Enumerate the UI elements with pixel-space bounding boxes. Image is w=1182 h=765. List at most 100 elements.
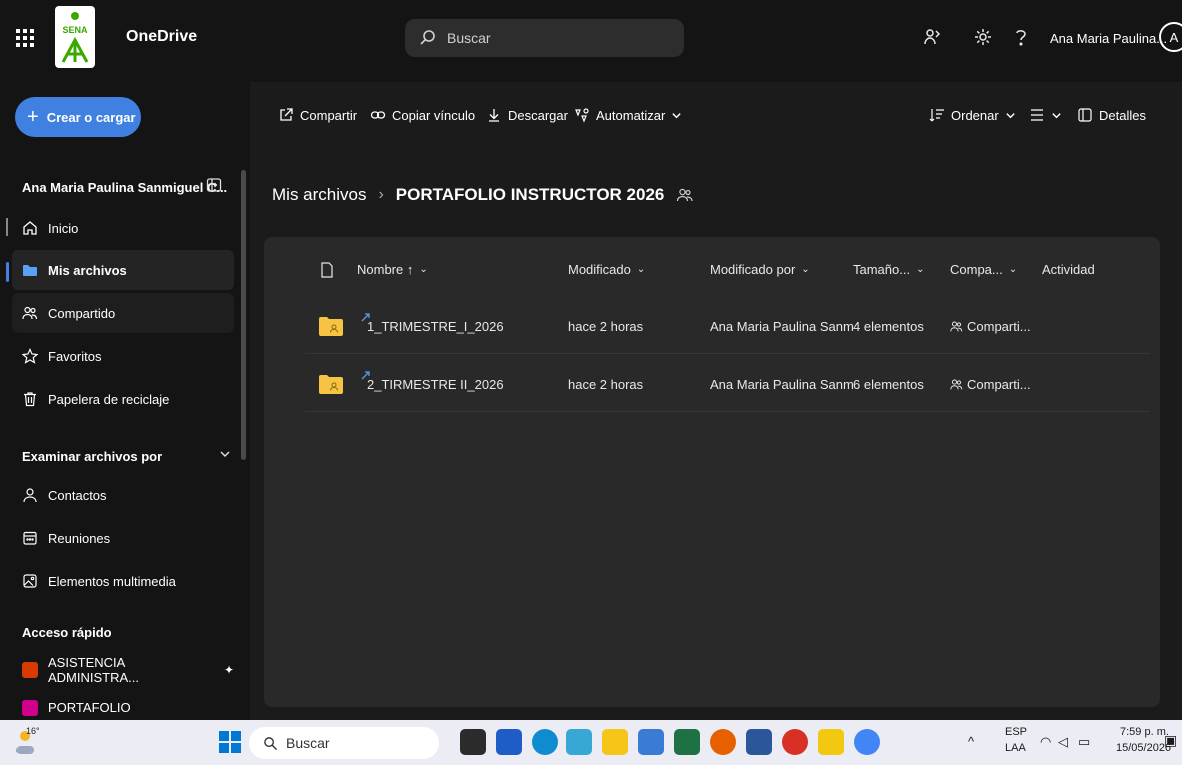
photos-icon[interactable] xyxy=(566,729,592,755)
column-size-header[interactable]: Tamaño... ⌄ xyxy=(853,262,924,277)
search-box[interactable]: Buscar xyxy=(405,19,684,57)
volume-icon[interactable]: ◁ xyxy=(1058,734,1068,750)
sidebar-item-label: Compartido xyxy=(48,305,116,321)
column-modified-header[interactable]: Modificado ⌄ xyxy=(568,262,645,277)
quick-item-label: PORTAFOLIO xyxy=(48,700,131,715)
avatar[interactable]: A xyxy=(1159,22,1182,52)
create-upload-button[interactable]: + Crear o cargar xyxy=(15,97,141,137)
svg-text:SENA: SENA xyxy=(62,25,88,35)
automate-label: Automatizar xyxy=(596,107,666,123)
quick-item-label: ASISTENCIA ADMINISTRA... xyxy=(48,655,140,685)
chevron-down-icon: ⌄ xyxy=(1008,264,1018,275)
automate-button[interactable]: Automatizar xyxy=(574,107,682,123)
sidebar-item-reuniones[interactable]: Reuniones xyxy=(12,518,234,558)
outlook-icon[interactable] xyxy=(638,729,664,755)
chevron-down-icon[interactable] xyxy=(219,448,231,460)
image-icon xyxy=(23,574,37,588)
share-icon xyxy=(280,108,293,121)
sort-button[interactable]: Ordenar xyxy=(929,107,1016,123)
file-explorer-icon[interactable] xyxy=(602,729,628,755)
weather-widget[interactable]: 16° xyxy=(12,726,40,756)
quick-access-heading: Acceso rápido xyxy=(22,625,112,640)
settings-icon[interactable] xyxy=(970,24,996,50)
chevron-down-icon xyxy=(672,112,682,118)
sidebar-item-favoritos[interactable]: Favoritos xyxy=(12,336,234,376)
pin-icon[interactable]: ✦ xyxy=(224,663,234,677)
file-modified: hace 2 horas xyxy=(568,319,644,334)
account-name[interactable]: Ana Maria Paulina Sanmiguel C... xyxy=(22,180,227,195)
collapse-pane-icon[interactable] xyxy=(206,177,222,193)
breadcrumb: Mis archivos › PORTAFOLIO INSTRUCTOR 202… xyxy=(272,185,694,205)
chevron-up-icon[interactable]: ^ xyxy=(968,734,974,749)
sidebar: + Crear o cargar Ana Maria Paulina Sanmi… xyxy=(0,82,250,720)
create-upload-label: Crear o cargar xyxy=(46,109,136,125)
sidebar-item-contactos[interactable]: Contactos xyxy=(12,475,234,515)
sidebar-item-label: Contactos xyxy=(48,487,107,503)
language-layout[interactable]: LAA xyxy=(1005,742,1026,754)
column-label: Actividad xyxy=(1042,262,1095,277)
file-name[interactable]: 1_TRIMESTRE_I_2026 xyxy=(367,319,504,334)
notification-icon[interactable]: ▣ xyxy=(1164,732,1177,749)
sidebar-item-multimedia[interactable]: Elementos multimedia xyxy=(12,561,234,601)
file-name[interactable]: 2_TIRMESTRE II_2026 xyxy=(367,377,504,392)
word-icon[interactable] xyxy=(746,729,772,755)
quick-item-portafolio[interactable]: PORTAFOLIO xyxy=(12,694,234,720)
clock-date[interactable]: 15/05/2026 xyxy=(1116,742,1171,754)
share-button[interactable]: Compartir xyxy=(278,107,357,123)
clock-time[interactable]: 7:59 p. m. xyxy=(1120,726,1169,738)
help-icon[interactable] xyxy=(1008,24,1034,50)
table-row[interactable]: 2_TIRMESTRE II_2026 hace 2 horas Ana Mar… xyxy=(305,356,1150,412)
copy-link-button[interactable]: Copiar vínculo xyxy=(370,107,475,123)
taskbar-search[interactable]: Buscar xyxy=(249,727,439,759)
shared-folder-icon xyxy=(319,375,343,394)
column-modified-by-header[interactable]: Modificado por ⌄ xyxy=(710,262,810,277)
breadcrumb-separator-icon: › xyxy=(378,186,384,203)
column-label: Nombre ↑ xyxy=(357,262,414,277)
app-launcher-icon[interactable] xyxy=(14,27,36,49)
file-size: 6 elementos xyxy=(853,377,924,392)
opera-icon[interactable] xyxy=(782,729,808,755)
sort-icon xyxy=(929,109,944,122)
edge-icon[interactable] xyxy=(532,729,558,755)
sidebar-item-label: Favoritos xyxy=(48,348,102,364)
excel-icon[interactable] xyxy=(674,729,700,755)
quick-item-asistencia[interactable]: ASISTENCIA ADMINISTRA... ✦ xyxy=(12,650,234,690)
active-item-indicator xyxy=(6,262,9,282)
column-name-header[interactable]: Nombre ↑ ⌄ xyxy=(357,262,428,277)
column-activity-header[interactable]: Actividad xyxy=(1042,262,1095,277)
sidebar-item-mis-archivos[interactable]: Mis archivos xyxy=(12,250,234,290)
breadcrumb-root[interactable]: Mis archivos xyxy=(272,185,366,205)
wifi-icon[interactable]: ◠ xyxy=(1040,734,1051,750)
details-pane-icon xyxy=(1078,108,1092,122)
sidebar-scrollbar[interactable] xyxy=(241,170,246,460)
table-row[interactable]: 1_TRIMESTRE_I_2026 hace 2 horas Ana Mari… xyxy=(305,298,1150,354)
folder-icon xyxy=(23,265,37,276)
user-name[interactable]: Ana Maria Paulina... xyxy=(1050,31,1167,46)
battery-icon[interactable]: ▭ xyxy=(1078,734,1090,750)
app-title[interactable]: OneDrive xyxy=(126,28,197,46)
share-diamond-icon[interactable] xyxy=(920,24,946,50)
sidebar-item-label: Elementos multimedia xyxy=(48,573,176,589)
sidebar-item-papelera[interactable]: Papelera de reciclaje xyxy=(12,379,234,419)
file-sharing[interactable]: Comparti... xyxy=(950,377,1031,392)
sena-logo[interactable]: SENA xyxy=(55,6,95,68)
column-sharing-header[interactable]: Compa... ⌄ xyxy=(950,262,1017,277)
plus-icon: + xyxy=(27,106,39,128)
download-button[interactable]: Descargar xyxy=(486,107,568,123)
windows-start-icon[interactable] xyxy=(218,730,242,754)
store-icon[interactable] xyxy=(496,729,522,755)
power-bi-icon[interactable] xyxy=(818,729,844,755)
column-type-header[interactable] xyxy=(320,262,334,278)
file-sharing[interactable]: Comparti... xyxy=(950,319,1031,334)
sidebar-item-inicio[interactable]: Inicio xyxy=(12,208,234,248)
view-options-button[interactable] xyxy=(1029,107,1062,123)
details-button[interactable]: Detalles xyxy=(1077,107,1146,123)
sidebar-item-compartido[interactable]: Compartido xyxy=(12,293,234,333)
language-code[interactable]: ESP xyxy=(1005,726,1027,738)
copy-link-label: Copiar vínculo xyxy=(392,107,476,123)
firefox-icon[interactable] xyxy=(710,729,736,755)
browse-heading[interactable]: Examinar archivos por xyxy=(22,449,162,464)
chrome-icon[interactable] xyxy=(854,729,880,755)
download-icon xyxy=(489,109,499,122)
task-view-icon[interactable] xyxy=(460,729,486,755)
